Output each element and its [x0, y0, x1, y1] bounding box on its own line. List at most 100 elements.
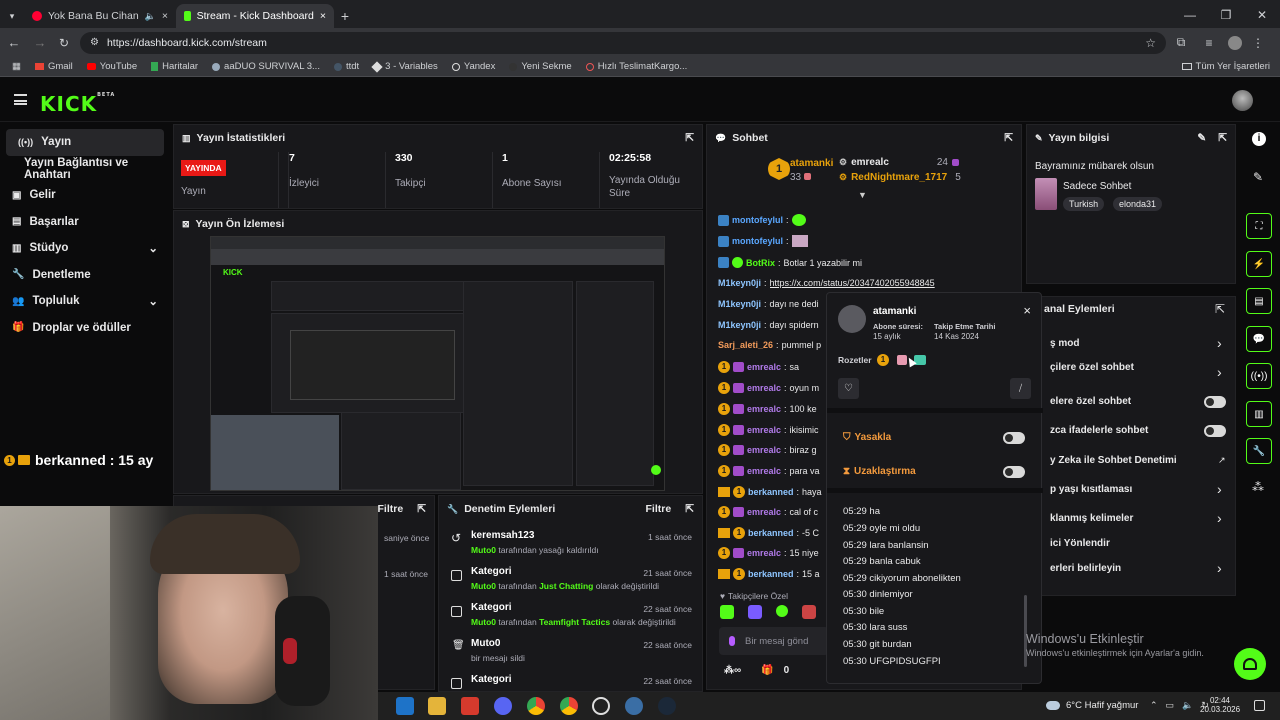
close-tab-icon[interactable]: ×: [320, 10, 326, 22]
chat-username[interactable]: berkanned: [748, 569, 794, 579]
sidebar-item-stream-key[interactable]: Yayın Bağlantısı ve Anahtarı: [0, 156, 170, 183]
chat-input[interactable]: Bir mesaj gönd: [719, 627, 829, 655]
new-tab-button[interactable]: +: [334, 4, 356, 28]
tag-chip[interactable]: Turkish: [1063, 197, 1105, 211]
taskbar-app-icon[interactable]: [461, 697, 479, 715]
mod-action-item[interactable]: çilere özel sohbet: [1050, 362, 1134, 373]
chevron-up-icon[interactable]: ⌃: [1150, 700, 1158, 711]
notification-icon[interactable]: [1254, 700, 1265, 711]
kick-logo[interactable]: KICKBETA: [40, 92, 115, 116]
apps-icon[interactable]: ▦: [12, 61, 21, 72]
discord-icon[interactable]: [494, 697, 512, 715]
stream-category[interactable]: Sadece Sohbet: [1063, 181, 1131, 192]
chat-username[interactable]: Sarj_aleti_26: [718, 340, 773, 350]
microphone-icon[interactable]: [729, 636, 735, 646]
bookmark-youtube[interactable]: YouTube: [86, 61, 137, 72]
obs-icon[interactable]: [592, 697, 610, 715]
mod-action-item[interactable]: y Zeka ile Sohbet Denetimi: [1050, 455, 1177, 466]
taskbar-clock[interactable]: 02:44 20.03.2026: [1200, 696, 1240, 714]
chat-username[interactable]: emrealc: [747, 548, 781, 558]
chat-username[interactable]: montofeylul: [732, 236, 783, 246]
chat-username[interactable]: berkanned: [748, 528, 794, 538]
popout-icon[interactable]: ⇱: [1004, 132, 1013, 144]
network-icon[interactable]: ▭: [1166, 700, 1175, 711]
bookmark-kargo[interactable]: Hızlı TeslimatKargo...: [585, 61, 687, 72]
fullscreen-button[interactable]: ⛶: [1246, 213, 1272, 239]
sidebar-item-drops[interactable]: 🎁 Droplar ve ödüller: [0, 315, 170, 342]
mod-action-item[interactable]: klanmış kelimeler: [1050, 513, 1133, 524]
popout-icon[interactable]: ⇱: [1215, 302, 1225, 316]
chat-username[interactable]: M1keyn0ji: [718, 278, 761, 288]
sidebar-item-community[interactable]: 👥 Topluluk ⌄: [0, 288, 170, 315]
sidebar-item-moderation[interactable]: 🔧 Denetleme: [0, 262, 170, 289]
chat-username[interactable]: M1keyn0ji: [718, 299, 761, 309]
url-field[interactable]: ⚙ https://dashboard.kick.com/stream ☆: [80, 31, 1166, 54]
mod-action-item[interactable]: ici Yönlendir: [1050, 538, 1110, 549]
layout-button[interactable]: ▥: [1246, 401, 1272, 427]
people-icon[interactable]: ⁂: [1252, 480, 1264, 494]
toggle-switch[interactable]: [1204, 396, 1226, 408]
browser-tab-youtube[interactable]: Yok Bana Bu Cihanda | YouT 🔈 ×: [24, 4, 176, 28]
mute-button[interactable]: ⧸: [1010, 378, 1031, 399]
media-icon[interactable]: ≡: [1196, 36, 1222, 50]
mod-action-item[interactable]: ş mod: [1050, 338, 1079, 349]
popout-icon[interactable]: ⇱: [417, 503, 426, 515]
taskbar-app-icon[interactable]: [625, 697, 643, 715]
emote-icon[interactable]: [802, 605, 816, 619]
info-icon[interactable]: i: [1252, 132, 1266, 146]
file-explorer-icon[interactable]: [428, 697, 446, 715]
follow-heart-button[interactable]: ♡: [838, 378, 859, 399]
chrome-icon[interactable]: [527, 697, 545, 715]
sidebar-item-achievements[interactable]: ▤ Başarılar: [0, 209, 170, 236]
popout-icon[interactable]: ⇱: [685, 503, 694, 515]
close-icon[interactable]: ×: [1023, 303, 1031, 318]
forward-icon[interactable]: →: [28, 35, 52, 50]
popout-icon[interactable]: ⇱: [1218, 132, 1227, 144]
chat-bubble-button[interactable]: 💬: [1246, 326, 1272, 352]
close-tab-icon[interactable]: ×: [162, 10, 168, 22]
weather-widget[interactable]: 6°C Hafif yağmur: [1046, 700, 1138, 711]
hamburger-menu-icon[interactable]: [14, 94, 27, 105]
filter-button[interactable]: Filtre: [378, 503, 404, 515]
emote-icon[interactable]: [748, 605, 762, 619]
chat-username[interactable]: emrealc: [747, 383, 781, 393]
chat-username[interactable]: berkanned: [748, 487, 794, 497]
bookmark-maps[interactable]: Haritalar: [151, 61, 198, 72]
chrome-active-icon[interactable]: [560, 697, 578, 715]
chat-username[interactable]: M1keyn0ji: [718, 320, 761, 330]
wrench-button[interactable]: 🔧: [1246, 438, 1272, 464]
preview-video[interactable]: KICK: [210, 236, 665, 491]
all-bookmarks[interactable]: Tüm Yer İşaretleri: [1181, 61, 1270, 72]
extensions-icon[interactable]: ⧉: [1166, 35, 1196, 50]
steam-icon[interactable]: [658, 697, 676, 715]
pencil-icon[interactable]: ✎: [1197, 132, 1206, 144]
bookmark-yandex[interactable]: Yandex: [451, 61, 495, 72]
taskbar-app-icon[interactable]: [396, 697, 414, 715]
chat-username[interactable]: emrealc: [747, 445, 781, 455]
timeout-toggle[interactable]: [1003, 466, 1025, 478]
sidebar-item-revenue[interactable]: ▣ Gelir: [0, 182, 170, 209]
pencil-icon[interactable]: ✎: [1253, 170, 1263, 184]
gift-icon[interactable]: 🎁: [761, 665, 773, 676]
chat-username[interactable]: emrealc: [747, 425, 781, 435]
chat-username[interactable]: emrealc: [747, 404, 781, 414]
emote-icon[interactable]: [776, 605, 788, 617]
maximize-button[interactable]: ❐: [1208, 4, 1244, 28]
emote-icon[interactable]: [720, 605, 734, 619]
back-icon[interactable]: ←: [0, 35, 28, 50]
sidebar-item-stream[interactable]: ((•)) Yayın: [6, 129, 164, 156]
mod-action-item[interactable]: zca ifadelerle sohbet: [1050, 425, 1148, 436]
chat-link[interactable]: https://x.com/status/20347402055948845: [770, 278, 935, 288]
tag-chip[interactable]: elonda31: [1113, 197, 1163, 211]
profile-avatar[interactable]: [1228, 35, 1242, 50]
mod-action-item[interactable]: elere özel sohbet: [1050, 396, 1131, 407]
chat-username[interactable]: montofeylul: [732, 215, 783, 225]
chat-username[interactable]: emrealc: [747, 466, 781, 476]
people-icon[interactable]: ⁂∞: [724, 665, 741, 676]
mod-action-item[interactable]: erleri belirleyin: [1050, 563, 1121, 574]
broadcast-button[interactable]: ((•)): [1246, 363, 1272, 389]
popout-icon[interactable]: ⇱: [685, 132, 694, 144]
clipboard-button[interactable]: ▤: [1246, 288, 1272, 314]
lightning-button[interactable]: ⚡: [1246, 251, 1272, 277]
bookmark-gmail[interactable]: Gmail: [34, 61, 73, 72]
